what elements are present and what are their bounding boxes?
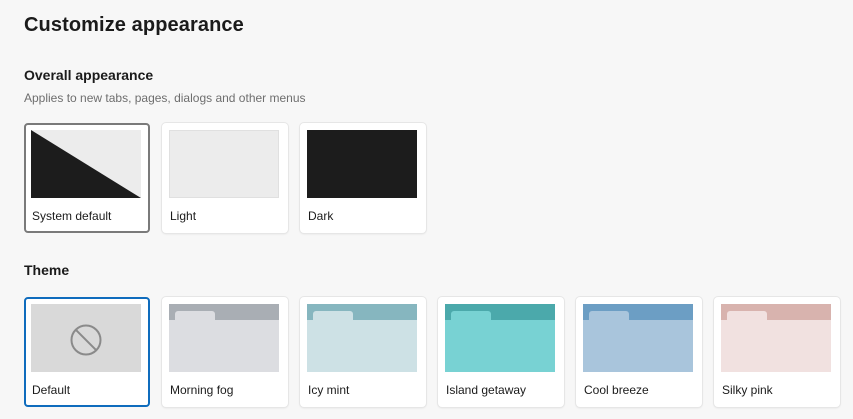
theme-option-island-getaway[interactable]: Island getaway: [438, 297, 564, 407]
overall-appearance-subtitle: Applies to new tabs, pages, dialogs and …: [24, 91, 306, 105]
morning-fog-body: [169, 320, 279, 372]
overall-appearance-title: Overall appearance: [24, 67, 154, 83]
morning-fog-label: Morning fog: [170, 383, 234, 397]
no-theme-icon: [70, 324, 102, 356]
island-getaway-label: Island getaway: [446, 383, 527, 397]
light-label: Light: [170, 209, 197, 223]
dark-label: Dark: [308, 209, 334, 223]
theme-option-icy-mint[interactable]: Icy mint: [300, 297, 426, 407]
appearance-option-light[interactable]: Light: [162, 123, 288, 233]
default-theme-preview: [31, 304, 141, 372]
system-default-preview-graphic: [31, 130, 141, 198]
cool-breeze-label: Cool breeze: [584, 383, 649, 397]
morning-fog-preview: [169, 304, 279, 372]
dark-preview: [307, 130, 417, 198]
appearance-option-dark[interactable]: Dark: [300, 123, 426, 233]
theme-section-title: Theme: [24, 262, 70, 278]
island-getaway-preview: [445, 304, 555, 372]
icy-mint-body: [307, 320, 417, 372]
icy-mint-preview: [307, 304, 417, 372]
icy-mint-label: Icy mint: [308, 383, 350, 397]
page-title: Customize appearance: [24, 14, 244, 36]
system-default-preview: [31, 130, 141, 198]
cool-breeze-body: [583, 320, 693, 372]
theme-option-silky-pink[interactable]: Silky pink: [714, 297, 840, 407]
default-theme-label: Default: [32, 383, 71, 397]
silky-pink-body: [721, 320, 831, 372]
silky-pink-label: Silky pink: [722, 383, 773, 397]
light-preview: [169, 130, 279, 198]
appearance-option-system-default[interactable]: System default: [24, 123, 150, 233]
cool-breeze-preview: [583, 304, 693, 372]
system-default-label: System default: [32, 209, 112, 223]
theme-option-morning-fog[interactable]: Morning fog: [162, 297, 288, 407]
island-getaway-body: [445, 320, 555, 372]
theme-option-cool-breeze[interactable]: Cool breeze: [576, 297, 702, 407]
theme-option-default[interactable]: Default: [24, 297, 150, 407]
silky-pink-preview: [721, 304, 831, 372]
